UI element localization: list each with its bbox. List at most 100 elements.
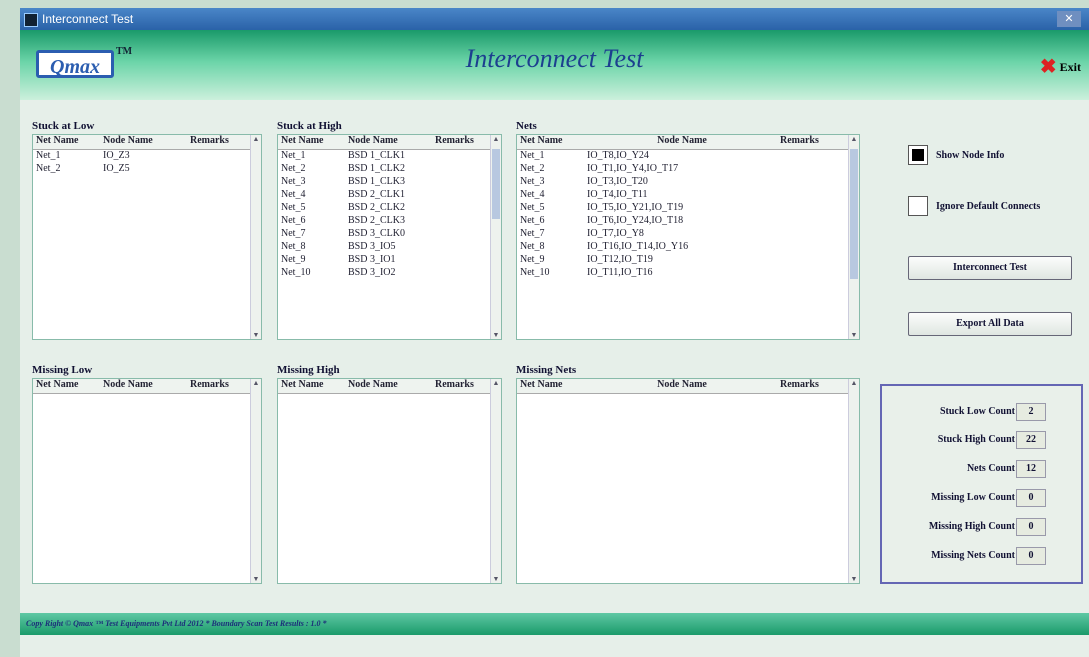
- list-item[interactable]: Net_9 IO_T12,IO_T19: [517, 254, 859, 267]
- stuck-low-label: Stuck at Low: [32, 120, 95, 132]
- list-item[interactable]: Net_8 IO_T16,IO_T14,IO_Y16: [517, 241, 859, 254]
- list-item[interactable]: Net_10 IO_T11,IO_T16: [517, 267, 859, 280]
- missing-high-list[interactable]: Net Name Node Name Remarks ▲ ▼: [277, 378, 502, 584]
- net-name-cell: Net_1: [520, 150, 545, 161]
- list-item[interactable]: Net_9 BSD 3_IO1: [278, 254, 501, 267]
- exit-label: Exit: [1059, 59, 1081, 74]
- vertical-scrollbar[interactable]: ▲ ▼: [848, 135, 859, 339]
- list-item[interactable]: Net_7 BSD 3_CLK0: [278, 228, 501, 241]
- list-item[interactable]: Net_2 IO_T1,IO_Y4,IO_T17: [517, 163, 859, 176]
- col-remarks[interactable]: Remarks: [432, 135, 491, 149]
- col-remarks[interactable]: Remarks: [187, 379, 250, 393]
- col-remarks[interactable]: Remarks: [187, 135, 250, 149]
- net-name-cell: Net_6: [281, 215, 306, 226]
- count-row: Missing High Count 0: [882, 517, 1081, 539]
- list-item[interactable]: Net_10 BSD 3_IO2: [278, 267, 501, 280]
- ignore-default-connects-checkbox[interactable]: [908, 196, 928, 216]
- list-item[interactable]: Net_4 BSD 2_CLK1: [278, 189, 501, 202]
- col-net-name[interactable]: Net Name: [517, 135, 584, 149]
- list-item[interactable]: Net_7 IO_T7,IO_Y8: [517, 228, 859, 241]
- nets-list[interactable]: Net Name Node Name Remarks Net_1 IO_T8,IO…: [516, 134, 860, 340]
- col-node-name[interactable]: Node Name: [100, 135, 187, 149]
- app-icon: [24, 13, 38, 27]
- list-item[interactable]: Net_2 IO_Z5: [33, 163, 261, 176]
- list-item[interactable]: Net_2 BSD 1_CLK2: [278, 163, 501, 176]
- window-title: Interconnect Test: [42, 12, 134, 26]
- net-name-cell: Net_8: [520, 241, 545, 252]
- node-name-cell: BSD 3_CLK0: [348, 228, 405, 239]
- net-name-cell: Net_3: [520, 176, 545, 187]
- node-name-cell: BSD 1_CLK3: [348, 176, 405, 187]
- nets-count-label: Nets Count: [966, 463, 1015, 474]
- node-name-cell: IO_T7,IO_Y8: [587, 228, 644, 239]
- nets-panel: Nets Net Name Node Name Remarks Net_1 IO_…: [516, 120, 860, 340]
- net-name-cell: Net_7: [281, 228, 306, 239]
- export-all-data-button[interactable]: Export All Data: [908, 312, 1072, 336]
- col-node-name[interactable]: Node Name: [584, 135, 777, 149]
- col-remarks[interactable]: Remarks: [777, 379, 850, 393]
- stuck-low-list[interactable]: Net Name Node Name Remarks Net_1 IO_Z3 Net…: [32, 134, 262, 340]
- node-name-cell: IO_T4,IO_T11: [587, 189, 648, 200]
- col-net-name[interactable]: Net Name: [33, 135, 100, 149]
- node-name-cell: BSD 2_CLK1: [348, 189, 405, 200]
- missing-nets-list[interactable]: Net Name Node Name Remarks ▲ ▼: [516, 378, 860, 584]
- col-node-name[interactable]: Node Name: [345, 135, 432, 149]
- list-item[interactable]: Net_1 IO_Z3: [33, 150, 261, 163]
- col-remarks[interactable]: Remarks: [777, 135, 850, 149]
- node-name-cell: IO_T3,IO_T20: [587, 176, 648, 187]
- list-header: Net Name Node Name Remarks: [278, 379, 501, 394]
- show-node-info-checkbox[interactable]: [908, 145, 928, 165]
- missing-nets-count-value: 0: [1016, 547, 1046, 565]
- col-node-name[interactable]: Node Name: [100, 379, 187, 393]
- count-row: Stuck Low Count 2: [882, 402, 1081, 424]
- col-net-name[interactable]: Net Name: [517, 379, 584, 393]
- list-item[interactable]: Net_5 BSD 2_CLK2: [278, 202, 501, 215]
- missing-low-panel: Missing Low Net Name Node Name Remarks ▲…: [32, 364, 262, 584]
- missing-nets-panel: Missing Nets Net Name Node Name Remarks …: [516, 364, 860, 584]
- col-node-name[interactable]: Node Name: [584, 379, 777, 393]
- exit-button[interactable]: ✖ Exit: [1040, 57, 1081, 77]
- stuck-high-list[interactable]: Net Name Node Name Remarks Net_1 BSD 1_CL…: [277, 134, 502, 340]
- list-item[interactable]: Net_8 BSD 3_IO5: [278, 241, 501, 254]
- missing-low-count-value: 0: [1016, 489, 1046, 507]
- node-name-cell: IO_T5,IO_Y21,IO_T19: [587, 202, 684, 213]
- node-name-cell: BSD 2_CLK2: [348, 202, 405, 213]
- col-net-name[interactable]: Net Name: [278, 379, 345, 393]
- col-net-name[interactable]: Net Name: [33, 379, 100, 393]
- missing-low-list[interactable]: Net Name Node Name Remarks ▲ ▼: [32, 378, 262, 584]
- list-item[interactable]: Net_4 IO_T4,IO_T11: [517, 189, 859, 202]
- vertical-scrollbar[interactable]: ▲ ▼: [490, 379, 501, 583]
- list-item[interactable]: Net_3 BSD 1_CLK3: [278, 176, 501, 189]
- node-name-cell: IO_Z5: [103, 163, 130, 174]
- window-close-button[interactable]: ✕: [1057, 11, 1081, 27]
- net-name-cell: Net_9: [520, 254, 545, 265]
- list-header: Net Name Node Name Remarks: [278, 135, 501, 150]
- net-name-cell: Net_2: [281, 163, 306, 174]
- missing-high-panel: Missing High Net Name Node Name Remarks …: [277, 364, 502, 584]
- net-name-cell: Net_6: [520, 215, 545, 226]
- list-header: Net Name Node Name Remarks: [33, 379, 261, 394]
- interconnect-test-button[interactable]: Interconnect Test: [908, 256, 1072, 280]
- list-item[interactable]: Net_5 IO_T5,IO_Y21,IO_T19: [517, 202, 859, 215]
- vertical-scrollbar[interactable]: ▲ ▼: [250, 379, 261, 583]
- list-item[interactable]: Net_1 BSD 1_CLK1: [278, 150, 501, 163]
- count-row: Stuck High Count 22: [882, 430, 1081, 452]
- list-item[interactable]: Net_3 IO_T3,IO_T20: [517, 176, 859, 189]
- vertical-scrollbar[interactable]: ▲ ▼: [490, 135, 501, 339]
- stuck-low-count-label: Stuck Low Count: [939, 406, 1015, 417]
- stuck-low-count-value: 2: [1016, 403, 1046, 421]
- vertical-scrollbar[interactable]: ▲ ▼: [250, 135, 261, 339]
- node-name-cell: IO_T11,IO_T16: [587, 267, 653, 278]
- col-node-name[interactable]: Node Name: [345, 379, 432, 393]
- node-name-cell: BSD 2_CLK3: [348, 215, 405, 226]
- stuck-low-panel: Stuck at Low Net Name Node Name Remarks …: [32, 120, 262, 340]
- col-remarks[interactable]: Remarks: [432, 379, 491, 393]
- stuck-high-count-value: 22: [1016, 431, 1046, 449]
- vertical-scrollbar[interactable]: ▲ ▼: [848, 379, 859, 583]
- list-item[interactable]: Net_6 IO_T6,IO_Y24,IO_T18: [517, 215, 859, 228]
- col-net-name[interactable]: Net Name: [278, 135, 345, 149]
- list-item[interactable]: Net_6 BSD 2_CLK3: [278, 215, 501, 228]
- net-name-cell: Net_1: [36, 150, 61, 161]
- list-header: Net Name Node Name Remarks: [517, 379, 859, 394]
- list-item[interactable]: Net_1 IO_T8,IO_Y24: [517, 150, 859, 163]
